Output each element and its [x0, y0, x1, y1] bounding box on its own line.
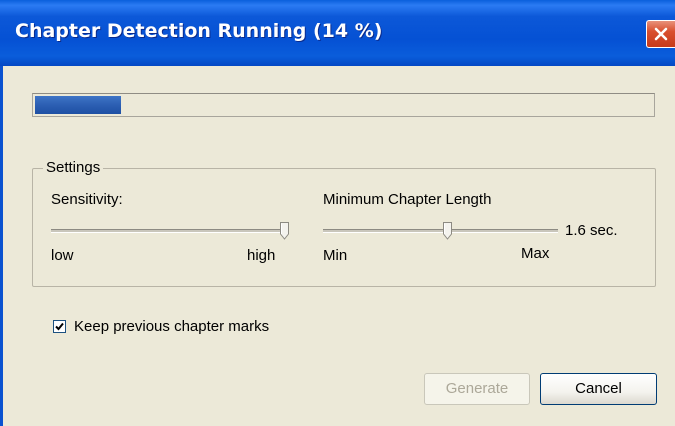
- min-chapter-length-value: 1.6 sec.: [565, 222, 618, 239]
- progress-fill: [35, 96, 121, 114]
- cancel-button[interactable]: Cancel: [540, 373, 657, 405]
- keep-marks-label[interactable]: Keep previous chapter marks: [74, 318, 269, 335]
- close-button[interactable]: [646, 20, 675, 48]
- min-chapter-length-max-label: Max: [521, 245, 550, 262]
- sensitivity-track: [51, 229, 289, 233]
- title-bar[interactable]: Chapter Detection Running (14 %): [0, 0, 675, 66]
- min-chapter-length-min-label: Min: [323, 247, 348, 264]
- generate-button[interactable]: Generate: [424, 373, 530, 405]
- window-border: [0, 66, 3, 426]
- settings-group: [32, 168, 656, 287]
- settings-group-label: Settings: [43, 159, 104, 176]
- window-title: Chapter Detection Running (14 %): [15, 20, 383, 42]
- min-chapter-length-track: [323, 229, 558, 233]
- close-icon: [654, 27, 668, 41]
- progress-bar: [32, 93, 655, 117]
- sensitivity-slider-thumb[interactable]: [280, 222, 289, 240]
- sensitivity-min-label: low: [51, 247, 74, 264]
- checkmark-icon: [55, 322, 64, 331]
- min-chapter-length-label: Minimum Chapter Length: [323, 191, 492, 208]
- sensitivity-label: Sensitivity:: [51, 191, 123, 208]
- chapter-detection-dialog: Chapter Detection Running (14 %) Setting…: [0, 0, 675, 426]
- min-chapter-length-slider-thumb[interactable]: [443, 222, 452, 240]
- keep-marks-checkbox[interactable]: [53, 320, 66, 333]
- sensitivity-max-label: high: [247, 247, 276, 264]
